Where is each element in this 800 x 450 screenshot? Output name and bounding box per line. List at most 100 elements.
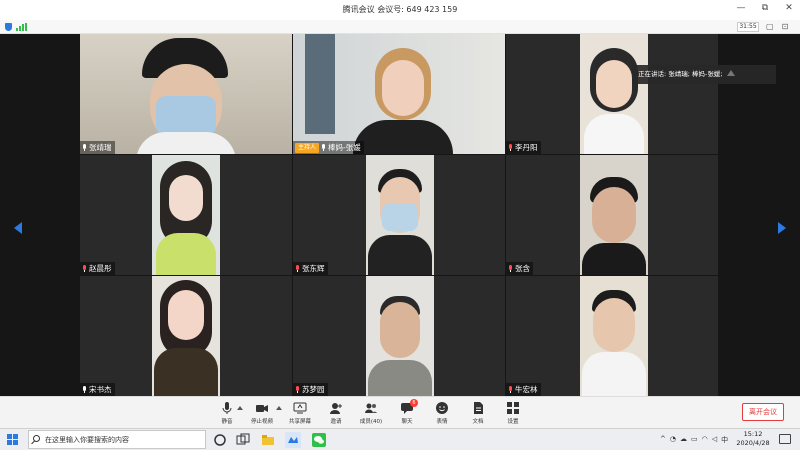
video-options-caret-icon[interactable] <box>276 406 282 410</box>
participant-name-tag: 李丹阳 <box>506 141 541 154</box>
security-shield-icon[interactable] <box>5 23 12 31</box>
mute-options-caret-icon[interactable] <box>237 406 243 410</box>
participant-name-tag: 张东辉 <box>293 262 328 275</box>
shirt <box>582 352 646 396</box>
settings-button[interactable]: 设置 <box>497 399 529 427</box>
stop-video-button[interactable]: 停止视频 <box>246 399 278 427</box>
video-tile[interactable]: 赵晨彤 <box>80 155 292 275</box>
meeting-duration: 31:55 <box>737 22 759 32</box>
curtain <box>305 34 335 134</box>
gallery-view-icon[interactable]: ▢ <box>766 22 774 31</box>
wechat-icon[interactable] <box>311 432 327 448</box>
taskbar-clock[interactable]: 15:12 2020/4/28 <box>732 430 774 448</box>
participant-name-tag: 张靖瑞 <box>80 141 115 154</box>
emoji-button[interactable]: 表情 <box>426 399 458 427</box>
title-bar: 腾讯会议 会议号: 649 423 159 — ⧉ ✕ <box>0 0 800 20</box>
video-tile[interactable]: 张靖瑞 <box>80 34 292 154</box>
host-badge: 主持人 <box>295 142 320 153</box>
docs-button[interactable]: 文档 <box>462 399 494 427</box>
members-icon <box>365 403 377 413</box>
mute-button[interactable]: 静音 <box>211 399 243 427</box>
participant-name-tag: 牛宏林 <box>506 383 541 396</box>
maximize-icon[interactable]: ⧉ <box>760 3 770 13</box>
face <box>168 290 204 340</box>
video-tile[interactable]: 张东辉 <box>293 155 505 275</box>
previous-page-arrow-icon[interactable] <box>14 222 22 234</box>
minimize-icon[interactable]: — <box>736 3 746 13</box>
face <box>593 298 635 352</box>
emoji-label: 表情 <box>436 419 448 425</box>
tencent-meeting-taskbar-icon[interactable] <box>285 432 301 448</box>
chevron-up-icon[interactable]: ^ <box>660 435 666 445</box>
share-screen-button[interactable]: 共享屏幕 <box>284 399 316 427</box>
participant-name: 宋书杰 <box>89 385 112 394</box>
meeting-toolbar: 静音 停止视频 共享屏幕 邀请 成员(40) 6 聊天 表情 文档 设置 离开会… <box>0 396 800 428</box>
shirt <box>353 120 453 154</box>
video-gallery: 张靖瑞 主持人 棒妈-张媛 李丹阳 赵晨彤 张东辉 张含 宋书杰 苏梦园 牛宏林… <box>0 34 800 396</box>
video-tile[interactable]: 牛宏林 <box>506 276 718 396</box>
shirt <box>368 235 432 275</box>
chat-button[interactable]: 6 聊天 <box>391 399 423 427</box>
file-explorer-icon[interactable] <box>260 432 276 448</box>
cloud-icon[interactable]: ☁ <box>680 435 687 445</box>
signal-strength-icon[interactable] <box>16 23 27 31</box>
add-user-icon <box>330 403 342 414</box>
chat-unread-badge: 6 <box>410 399 418 407</box>
close-icon[interactable]: ✕ <box>784 3 794 13</box>
mute-label: 静音 <box>221 419 233 425</box>
network-icon[interactable]: ◔ <box>670 435 676 445</box>
cortana-icon[interactable] <box>212 432 228 448</box>
system-tray: ^ ◔ ☁ ▭ ◠ ◁ 中 <box>660 435 728 445</box>
members-button[interactable]: 成员(40) <box>355 399 387 427</box>
video-tile[interactable]: 主持人 棒妈-张媛 <box>293 34 505 154</box>
participant-name: 苏梦园 <box>302 385 325 394</box>
taskbar-date: 2020/4/28 <box>736 439 770 447</box>
participant-name-tag: 宋书杰 <box>80 383 115 396</box>
microphone-muted-icon <box>295 265 300 272</box>
next-page-arrow-icon[interactable] <box>778 222 786 234</box>
ime-icon[interactable]: 中 <box>721 435 728 445</box>
settings-label: 设置 <box>507 419 519 425</box>
camera-feed <box>366 276 434 396</box>
search-placeholder: 在这里输入你要搜索的内容 <box>45 436 129 444</box>
microphone-muted-icon <box>295 386 300 393</box>
windows-start-icon[interactable] <box>7 434 18 445</box>
participant-name: 李丹阳 <box>515 143 538 152</box>
participant-name: 棒妈-张媛 <box>328 143 361 152</box>
notification-center-icon[interactable] <box>779 434 791 444</box>
chat-label: 聊天 <box>401 419 413 425</box>
taskbar-search-box[interactable]: 在这里输入你要搜索的内容 <box>28 430 206 449</box>
leave-meeting-button[interactable]: 离开会议 <box>742 403 784 421</box>
participant-name: 张含 <box>515 264 530 273</box>
participant-name: 张东辉 <box>302 264 325 273</box>
video-tile[interactable]: 宋书杰 <box>80 276 292 396</box>
camera-feed <box>152 276 220 396</box>
fullscreen-icon[interactable]: ⊡ <box>782 22 789 31</box>
participant-name-tag: 赵晨彤 <box>80 262 115 275</box>
face <box>596 60 632 108</box>
participant-name-tag: 主持人 棒妈-张媛 <box>293 141 364 154</box>
invite-button[interactable]: 邀请 <box>320 399 352 427</box>
wifi-icon[interactable]: ◠ <box>702 435 708 445</box>
video-tile[interactable]: 张含 <box>506 155 718 275</box>
camera-feed <box>293 34 505 154</box>
video-tile[interactable]: 苏梦园 <box>293 276 505 396</box>
face-mask <box>382 203 418 231</box>
shirt <box>154 348 218 396</box>
microphone-icon <box>321 144 326 151</box>
microphone-muted-icon <box>508 265 513 272</box>
info-bar: 31:55 ▢ ⊡ <box>0 20 800 34</box>
microphone-icon <box>222 402 232 414</box>
camera-feed <box>580 276 648 396</box>
battery-icon[interactable]: ▭ <box>691 435 698 445</box>
windows-taskbar: 在这里输入你要搜索的内容 ^ ◔ ☁ ▭ ◠ ◁ 中 15:12 2020/4/… <box>0 428 800 450</box>
volume-icon[interactable]: ◁ <box>712 435 717 445</box>
task-view-icon[interactable] <box>235 432 251 448</box>
video-tile[interactable]: 李丹阳 <box>506 34 718 154</box>
active-speaker-text: 正在讲话: 张靖瑞; 棒妈-张媛; <box>638 70 723 78</box>
camera-feed <box>366 155 434 275</box>
camera-feed <box>152 155 220 275</box>
face-mask <box>156 96 216 136</box>
face <box>380 302 420 358</box>
participant-name: 牛宏林 <box>515 385 538 394</box>
